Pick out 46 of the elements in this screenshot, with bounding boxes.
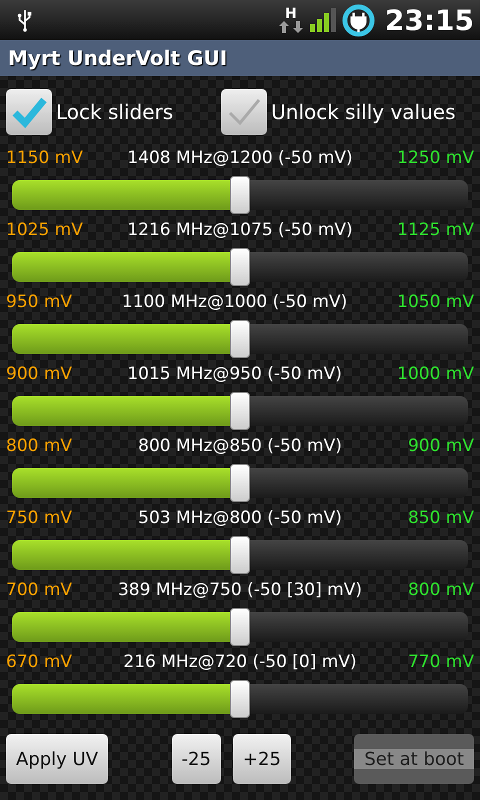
max-voltage: 1125 mV: [397, 220, 474, 240]
checkbox[interactable]: [221, 89, 268, 135]
app-title: Myrt UnderVolt GUI: [8, 46, 228, 70]
checkbox[interactable]: [6, 89, 52, 135]
action-button[interactable]: -25: [172, 734, 221, 784]
min-voltage: 1150 mV: [6, 148, 83, 168]
slider-thumb[interactable]: [230, 392, 250, 430]
slider-thumb[interactable]: [230, 680, 250, 718]
frequency-label: 1216 MHz@1075 (-50 mV): [126, 220, 354, 240]
data-arrows-icon: [278, 21, 304, 33]
frequency-label: 800 MHz@850 (-50 mV): [137, 436, 343, 456]
frequency-label: 216 MHz@720 (-50 [0] mV): [122, 652, 358, 672]
frequency-label: 1100 MHz@1000 (-50 mV): [120, 292, 348, 312]
max-voltage: 1000 mV: [397, 364, 474, 384]
max-voltage: 770 mV: [408, 652, 474, 672]
min-voltage: 750 mV: [6, 508, 72, 528]
network-type: H: [285, 7, 297, 21]
frequency-label: 389 MHz@750 (-50 [30] mV): [116, 580, 363, 600]
frequency-label: 503 MHz@800 (-50 mV): [137, 508, 343, 528]
action-button[interactable]: +25: [232, 734, 291, 784]
clock: 23:15: [384, 4, 474, 36]
max-voltage: 900 mV: [408, 436, 474, 456]
slider-thumb[interactable]: [230, 608, 250, 646]
slider-thumb[interactable]: [230, 464, 250, 502]
slider-thumb[interactable]: [230, 176, 250, 214]
signal-icon: [310, 8, 336, 32]
usb-icon: [16, 8, 34, 32]
min-voltage: 950 mV: [6, 292, 72, 312]
frequency-label: 1015 MHz@950 (-50 mV): [126, 364, 343, 384]
max-voltage: 800 mV: [408, 580, 474, 600]
charging-battery-icon: [342, 4, 375, 36]
max-voltage: 1250 mV: [397, 148, 474, 168]
max-voltage: 1050 mV: [397, 292, 474, 312]
min-voltage: 900 mV: [6, 364, 72, 384]
min-voltage: 670 mV: [6, 652, 72, 672]
action-button[interactable]: Apply UV: [6, 734, 108, 784]
slider-thumb[interactable]: [230, 320, 250, 358]
frequency-label: 1408 MHz@1200 (-50 mV): [126, 148, 354, 168]
checkbox-label: Unlock silly values: [271, 100, 456, 124]
max-voltage: 850 mV: [408, 508, 474, 528]
slider-thumb[interactable]: [230, 536, 250, 574]
min-voltage: 1025 mV: [6, 220, 83, 240]
checkbox-label: Lock sliders: [56, 100, 174, 124]
slider-thumb[interactable]: [230, 248, 250, 286]
min-voltage: 800 mV: [6, 436, 72, 456]
min-voltage: 700 mV: [6, 580, 72, 600]
